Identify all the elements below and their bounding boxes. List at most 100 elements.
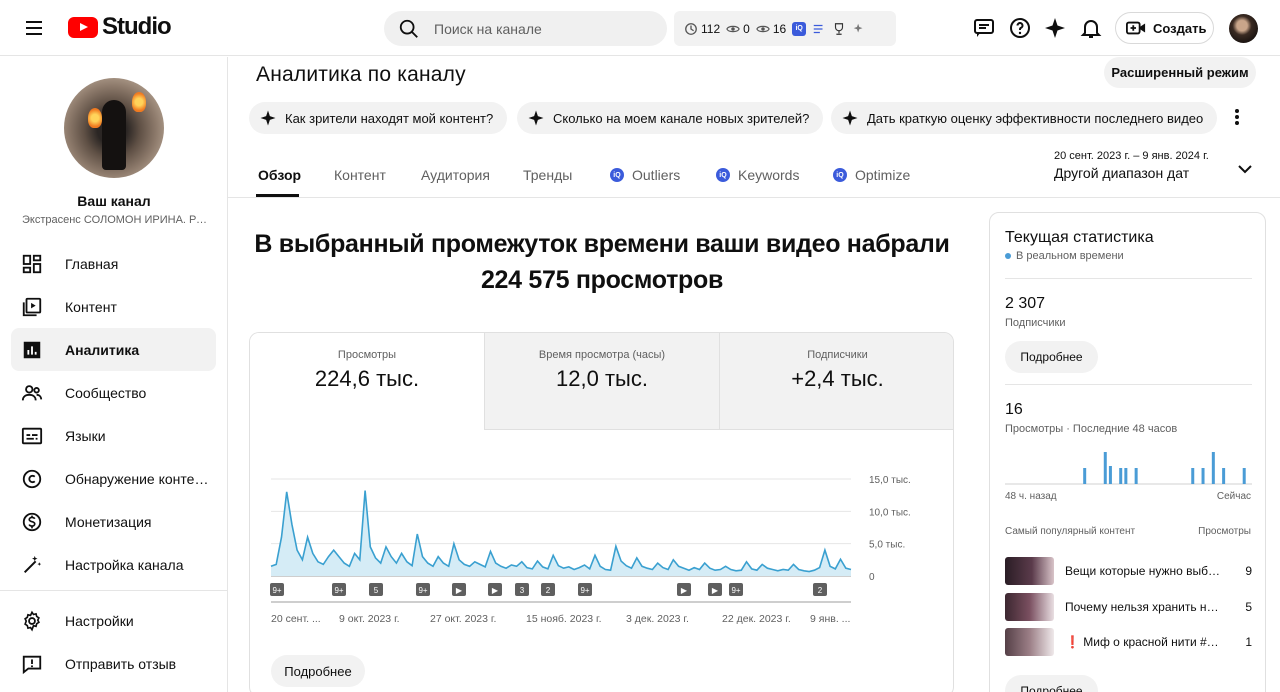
video-publish-marker[interactable]: 3 (515, 583, 529, 596)
top-content-row[interactable]: ❗ Миф о красной нити #красная нить 1 (1005, 628, 1252, 656)
realtime-bar[interactable] (1108, 466, 1112, 484)
top-content-details-button[interactable]: Подробнее (1005, 675, 1098, 692)
tab-keywords[interactable]: iQ Keywords (716, 167, 799, 183)
extension-stats-bar[interactable]: 112 0 16 iQ (674, 11, 896, 46)
sidebar-item-label: Сообщество (65, 384, 147, 401)
y-tick-label: 10,0 тыс. (869, 507, 911, 518)
search-box[interactable] (384, 11, 667, 46)
sidebar-item-community[interactable]: Сообщество (11, 371, 216, 414)
list-icon[interactable] (812, 22, 826, 36)
metric-watch-time-tab[interactable]: Время просмотра (часы) 12,0 тыс. (485, 333, 720, 430)
video-views: 9 (1245, 564, 1252, 578)
video-publish-marker[interactable]: 2 (541, 583, 555, 596)
tab-content[interactable]: Контент (334, 167, 386, 183)
metric-subscribers-tab[interactable]: Подписчики +2,4 тыс. (720, 333, 953, 430)
realtime-bar[interactable] (1211, 452, 1215, 484)
ai-question-chip[interactable]: Как зрители находят мой контент? (249, 102, 508, 134)
search-icon (399, 19, 418, 38)
vidiq-icon: iQ (833, 168, 847, 182)
realtime-bar[interactable] (1103, 452, 1107, 484)
sidebar-nav: Главная Контент Аналитика Сообщество Язы… (11, 242, 216, 586)
realtime-bar[interactable] (1242, 468, 1246, 484)
create-button[interactable]: Создать (1115, 12, 1214, 44)
trophy-icon[interactable] (832, 22, 846, 36)
metric-value: 224,6 тыс. (314, 366, 420, 391)
content-icon (22, 297, 42, 316)
realtime-bar[interactable] (1119, 468, 1123, 484)
hamburger-menu-icon[interactable] (18, 14, 50, 42)
vidiq-icon[interactable]: iQ (792, 21, 807, 36)
divider (1005, 278, 1252, 279)
more-vert-icon[interactable] (1226, 105, 1248, 129)
tab-overview[interactable]: Обзор (258, 167, 301, 183)
avatar-figure (102, 100, 126, 170)
marker-label: 9+ (418, 586, 427, 595)
sparkle-icon (260, 110, 276, 126)
realtime-bar[interactable] (1134, 468, 1138, 484)
video-publish-marker[interactable]: ▶ (452, 583, 466, 596)
tab-trends[interactable]: Тренды (523, 167, 572, 183)
sidebar-item-languages[interactable]: Языки (11, 414, 216, 457)
ai-sparkle-icon[interactable] (1043, 16, 1067, 40)
top-content-row[interactable]: Почему нельзя хранить нетронутые вещи 5 (1005, 593, 1252, 621)
sidebar-item-content[interactable]: Контент (11, 285, 216, 328)
sidebar-item-customization[interactable]: Настройка канала (11, 543, 216, 586)
studio-logo[interactable]: Studio (68, 15, 172, 39)
realtime-bar[interactable] (1191, 468, 1195, 484)
marker-label: 2 (546, 586, 551, 595)
sparkle-icon[interactable] (852, 22, 866, 36)
realtime-bar[interactable] (1222, 468, 1226, 484)
tab-audience[interactable]: Аудитория (421, 167, 490, 183)
video-views: 5 (1245, 600, 1252, 614)
ext-stat-views-a: 0 (726, 22, 750, 36)
video-publish-marker[interactable]: 9+ (270, 583, 284, 596)
video-publish-marker[interactable]: ▶ (488, 583, 502, 596)
sidebar-item-feedback[interactable]: Отправить отзыв (11, 642, 216, 685)
realtime-bar-chart[interactable] (1005, 443, 1252, 485)
sidebar-item-analytics[interactable]: Аналитика (11, 328, 216, 371)
realtime-title: Текущая статистика (1005, 229, 1154, 246)
video-publish-marker[interactable]: 9+ (729, 583, 743, 596)
realtime-bar[interactable] (1201, 468, 1205, 484)
ai-question-chip[interactable]: Сколько на моем канале новых зрителей? (517, 102, 824, 134)
video-thumbnail (1005, 557, 1054, 585)
channel-avatar[interactable] (64, 78, 164, 178)
notifications-bell-icon[interactable] (1079, 16, 1103, 40)
video-publish-marker[interactable]: 2 (813, 583, 827, 596)
subtitles-icon (21, 427, 43, 444)
subscribers-details-button[interactable]: Подробнее (1005, 341, 1098, 373)
sidebar-item-monetization[interactable]: Монетизация (11, 500, 216, 543)
tab-optimize[interactable]: iQ Optimize (833, 167, 910, 183)
dashboard-icon (22, 254, 42, 273)
date-range-picker[interactable]: 20 сент. 2023 г. – 9 янв. 2024 г. Другой… (1054, 150, 1209, 181)
sparkle-icon (842, 110, 858, 126)
help-icon[interactable] (1008, 16, 1032, 40)
marker-label: 9+ (334, 586, 343, 595)
see-more-button[interactable]: Подробнее (271, 655, 365, 687)
ai-question-chip[interactable]: Дать краткую оценку эффективности послед… (831, 102, 1218, 134)
sidebar-item-settings[interactable]: Настройки (11, 599, 216, 642)
video-publish-marker[interactable]: 9+ (332, 583, 346, 596)
metric-views-tab[interactable]: Просмотры 224,6 тыс. (250, 333, 485, 430)
video-publish-marker[interactable]: 5 (369, 583, 383, 596)
marker-label: 9+ (731, 586, 740, 595)
realtime-bar[interactable] (1124, 468, 1128, 484)
marker-label: 2 (818, 586, 823, 595)
sidebar-item-content-detection[interactable]: Обнаружение контента (11, 457, 216, 500)
video-publish-marker[interactable]: ▶ (708, 583, 722, 596)
video-publish-marker[interactable]: 9+ (578, 583, 592, 596)
account-avatar[interactable] (1229, 14, 1258, 43)
advanced-mode-button[interactable]: Расширенный режим (1104, 57, 1256, 88)
top-content-row[interactable]: Вещи которые нужно выбросить из дома 9 (1005, 557, 1252, 585)
chevron-down-icon[interactable] (1236, 160, 1254, 178)
views-line-chart[interactable]: 15,0 тыс. 10,0 тыс. 5,0 тыс. 0 9+ 9+ 5 9+ ▶ ▶ 3 2 9+… (250, 430, 953, 650)
realtime-bar[interactable] (1083, 468, 1087, 484)
video-publish-marker[interactable]: ▶ (677, 583, 691, 596)
video-publish-marker[interactable]: 9+ (416, 583, 430, 596)
tab-outliers[interactable]: iQ Outliers (610, 167, 680, 183)
search-input[interactable] (434, 20, 634, 37)
messages-icon[interactable] (972, 16, 996, 40)
realtime-indicator: В реальном времени (1005, 250, 1124, 262)
sidebar-item-dashboard[interactable]: Главная (11, 242, 216, 285)
sidebar-item-label: Обнаружение контента (65, 470, 210, 487)
